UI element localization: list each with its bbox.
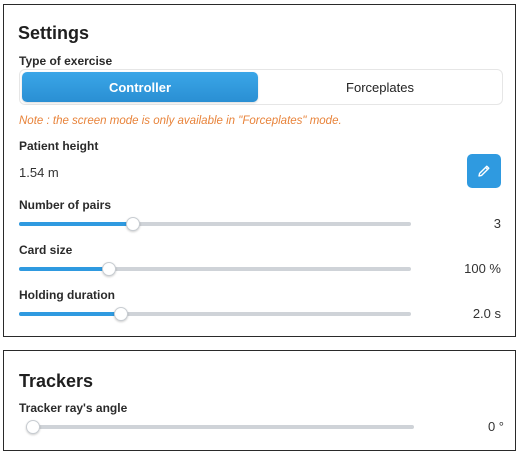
- ray-angle-slider[interactable]: [26, 420, 414, 434]
- exercise-type-toggle: Controller Forceplates: [19, 69, 503, 105]
- settings-panel: Settings Type of exercise Controller For…: [3, 4, 516, 337]
- card-size-label: Card size: [19, 243, 73, 257]
- holding-duration-label: Holding duration: [19, 288, 115, 302]
- forceplates-option-button[interactable]: Forceplates: [260, 72, 500, 102]
- number-of-pairs-label: Number of pairs: [19, 198, 112, 212]
- patient-height-label: Patient height: [19, 139, 99, 153]
- slider-thumb[interactable]: [113, 307, 128, 321]
- slider-thumb[interactable]: [102, 262, 117, 276]
- ray-angle-value: 0 °: [487, 419, 504, 434]
- number-of-pairs-slider[interactable]: [19, 217, 411, 231]
- controller-option-button[interactable]: Controller: [22, 72, 258, 102]
- edit-height-button[interactable]: [467, 154, 501, 188]
- ray-angle-label: Tracker ray's angle: [19, 401, 128, 415]
- patient-height-value: 1.54 m: [19, 165, 59, 180]
- card-size-slider[interactable]: [19, 262, 411, 276]
- trackers-title: Trackers: [19, 371, 94, 391]
- card-size-value: 100 %: [464, 261, 501, 276]
- settings-title: Settings: [18, 23, 90, 43]
- number-of-pairs-value: 3: [493, 216, 501, 231]
- slider-thumb[interactable]: [125, 217, 140, 231]
- holding-duration-slider[interactable]: [19, 307, 411, 321]
- slider-fill: [19, 222, 133, 226]
- slider-fill: [19, 267, 110, 271]
- slider-thumb[interactable]: [26, 420, 40, 434]
- mode-note: Note : the screen mode is only available…: [19, 115, 342, 127]
- slider-fill: [19, 312, 121, 316]
- holding-duration-value: 2.0 s: [472, 306, 501, 321]
- exercise-type-label: Type of exercise: [19, 54, 113, 68]
- trackers-panel: Trackers Tracker ray's angle 0 °: [3, 350, 516, 451]
- pencil-icon: [476, 163, 492, 179]
- slider-track: [26, 425, 414, 429]
